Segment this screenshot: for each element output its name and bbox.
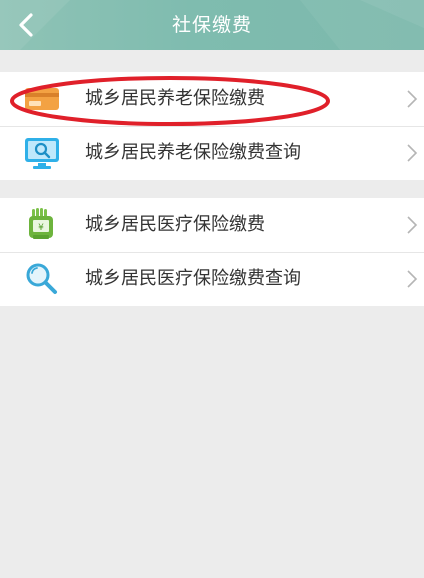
pension-group: 城乡居民养老保险缴费 城乡居民养老保险缴费查询	[0, 72, 424, 180]
magnifier-icon	[26, 263, 57, 294]
chevron-right-icon	[407, 90, 418, 108]
menu-item-pension-payment[interactable]: 城乡居民养老保险缴费	[0, 72, 424, 126]
chevron-right-icon	[407, 216, 418, 234]
chevron-right-icon	[407, 270, 418, 288]
chevron-right-icon	[407, 144, 418, 162]
menu-item-label: 城乡居民养老保险缴费查询	[85, 142, 301, 163]
svg-text:¥: ¥	[38, 223, 44, 233]
menu-item-label: 城乡居民养老保险缴费	[85, 88, 265, 109]
card-icon	[25, 88, 59, 110]
menu-item-medical-query[interactable]: 城乡居民医疗保险缴费查询	[0, 252, 424, 306]
monitor-search-icon	[25, 138, 59, 169]
menu-item-label: 城乡居民医疗保险缴费查询	[85, 268, 301, 289]
medical-group: ¥ 城乡居民医疗保险缴费 城乡居民医疗保险缴费查询	[0, 198, 424, 306]
menu-item-pension-query[interactable]: 城乡居民养老保险缴费查询	[0, 126, 424, 180]
menu-item-label: 城乡居民医疗保险缴费	[85, 214, 265, 235]
top-header: 社保缴费	[0, 0, 424, 50]
payment-hand-icon: ¥	[29, 208, 53, 239]
page-title: 社保缴费	[171, 14, 252, 36]
menu-item-medical-payment[interactable]: ¥ 城乡居民医疗保险缴费	[0, 198, 424, 252]
